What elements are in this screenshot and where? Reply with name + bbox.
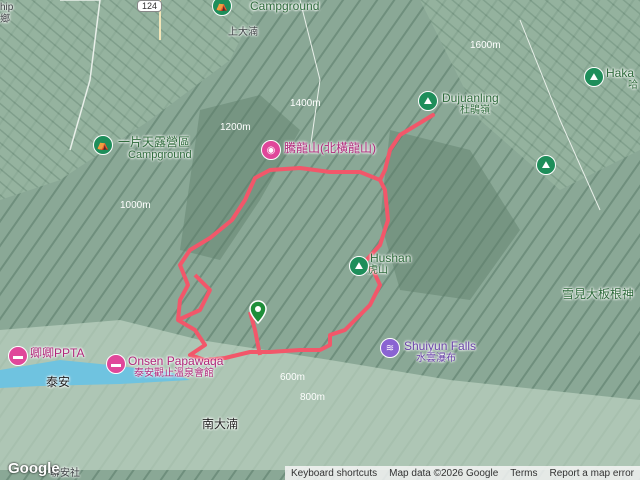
hiker-icon[interactable]: ⛰ [584,67,604,87]
map-footer: Keyboard shortcuts Map data ©2026 Google… [284,466,640,480]
elevation-label: 1200m [220,122,251,133]
tent-icon[interactable]: ⛺ [93,135,113,155]
poi-label[interactable]: Campground [250,0,319,12]
poi-label[interactable]: Onsen Papawaqa [128,355,223,367]
poi-label[interactable]: 杜鵑嶺 [460,105,490,117]
poi-label[interactable]: Hushan [370,252,411,264]
elevation-label: 800m [300,392,326,403]
camera-icon[interactable]: ◉ [261,140,281,160]
hiker-icon[interactable]: ⛰ [536,155,556,175]
google-logo: Google [8,460,60,477]
elevation-label: 600m [280,372,306,383]
terrain-map[interactable] [0,0,640,480]
poi-label[interactable]: 水雲瀑布 [416,353,456,365]
road-badge: 124 [137,0,163,12]
place-label: 鄉 [0,14,10,25]
poi-label[interactable]: Campground [128,149,192,161]
location-pin-icon[interactable] [249,300,267,324]
place-label: 泰安 [46,375,71,389]
elevation-label: 1400m [290,98,321,109]
bed-icon[interactable]: ▬ [106,354,126,374]
bed-icon[interactable]: ▬ [8,346,28,366]
poi-label[interactable]: 一片天露營區 [118,136,190,148]
keyboard-shortcuts-link[interactable]: Keyboard shortcuts [285,468,383,479]
map-data-label: Map data ©2026 Google [389,467,499,479]
poi-label[interactable]: 雪見大板根神 [562,288,634,300]
waterfall-icon[interactable]: ≋ [380,338,400,358]
poi-label[interactable]: Dujuanling [442,92,499,104]
poi-label[interactable]: 哈 [628,80,638,92]
place-label: 上大湳 [228,27,258,38]
poi-label[interactable]: 泰安觀止溫泉會館 [134,368,214,380]
poi-label[interactable]: 虎山 [368,265,388,277]
elevation-label: 1600m [470,40,501,51]
poi-label[interactable]: Haka [606,67,634,79]
elevation-label: 1000m [120,200,151,211]
report-error-link[interactable]: Report a map error [544,468,640,479]
poi-label[interactable]: 騰龍山(北橫龍山) [284,142,376,154]
hiker-icon[interactable]: ⛰ [418,91,438,111]
poi-label[interactable]: Shuiyun Falls [404,340,476,352]
hiker-icon[interactable]: ⛰ [349,256,369,276]
place-label: hip [0,2,14,13]
place-label: 南大湳 [202,417,239,431]
google-logo-text: Google [8,460,60,477]
poi-label[interactable]: 卿卿PPTA [30,347,84,359]
terms-link[interactable]: Terms [504,468,543,479]
